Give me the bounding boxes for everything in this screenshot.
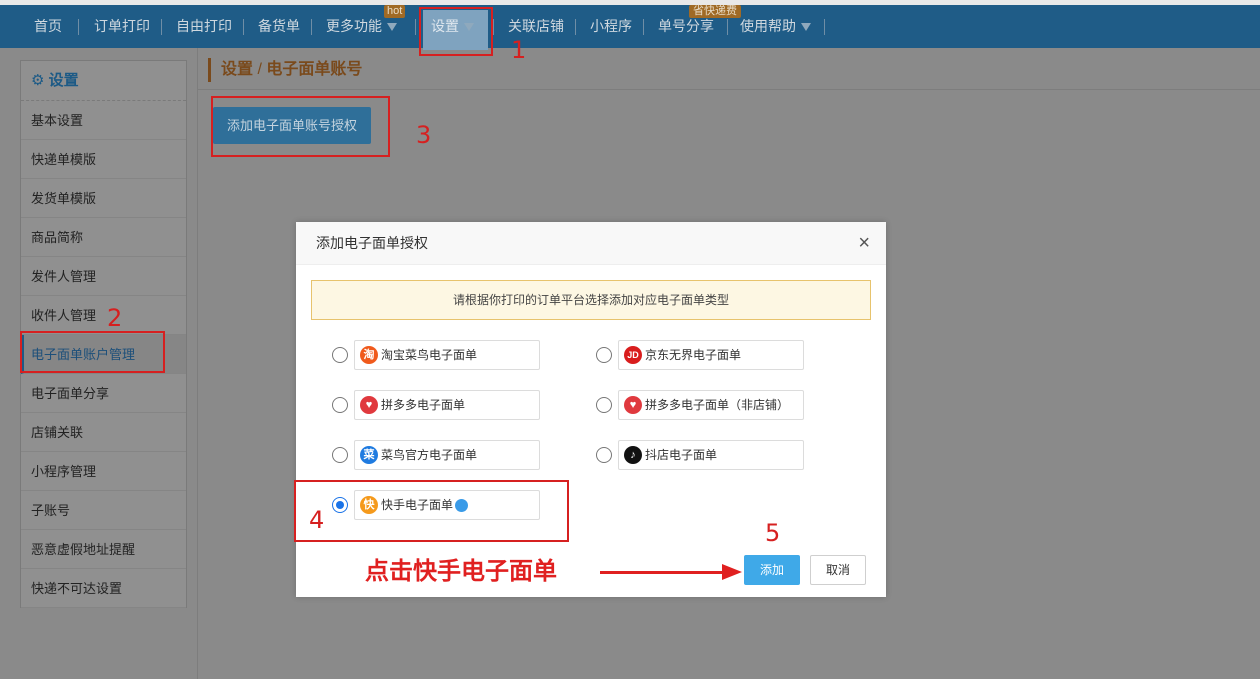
option-box[interactable]: 菜菜鸟官方电子面单 bbox=[354, 440, 540, 470]
notice-banner: 请根据你打印的订单平台选择添加对应电子面单类型 bbox=[311, 280, 871, 320]
step4-highlight-box bbox=[294, 480, 569, 542]
radio-button[interactable] bbox=[332, 347, 348, 363]
option-label: 淘宝菜鸟电子面单 bbox=[381, 348, 478, 362]
nav-separator bbox=[824, 19, 825, 35]
pinduoduo-icon: ♥ bbox=[360, 396, 378, 414]
sidebar-item-unreachable[interactable]: 快递不可达设置 bbox=[21, 569, 186, 608]
breadcrumb-current: 电子面单账号 bbox=[266, 61, 363, 78]
nav-more-label: 更多功能 bbox=[326, 18, 382, 34]
nav-home[interactable]: 首页 bbox=[34, 5, 62, 48]
option-label: 拼多多电子面单 bbox=[381, 398, 466, 412]
breadcrumb-parent[interactable]: 设置 bbox=[221, 61, 253, 78]
nav-stock-list[interactable]: 备货单 bbox=[258, 5, 300, 48]
cainiao-icon: 菜 bbox=[360, 446, 378, 464]
step1-label: 1 bbox=[511, 36, 527, 64]
option-label: 拼多多电子面单（非店铺） bbox=[645, 398, 790, 412]
jd-icon: JD bbox=[624, 346, 642, 364]
sidebar-item-fake-address[interactable]: 恶意虚假地址提醒 bbox=[21, 530, 186, 569]
sidebar-item-waybill-share[interactable]: 电子面单分享 bbox=[21, 374, 186, 413]
option-label: 抖店电子面单 bbox=[645, 448, 718, 462]
nav-separator bbox=[643, 19, 644, 35]
sidebar-item-store-link[interactable]: 店铺关联 bbox=[21, 413, 186, 452]
nav-separator bbox=[243, 19, 244, 35]
nav-help-label: 使用帮助 bbox=[740, 18, 796, 34]
option-label: 菜鸟官方电子面单 bbox=[381, 448, 478, 462]
sidebar-item-sub-account[interactable]: 子账号 bbox=[21, 491, 186, 530]
sidebar-header: ⚙ 设置 bbox=[21, 61, 186, 101]
modal-title: 添加电子面单授权 bbox=[316, 235, 428, 251]
step3-highlight-box bbox=[211, 96, 390, 157]
chevron-down-icon bbox=[801, 23, 811, 32]
option-pinduoduo-non-store[interactable]: ♥ 拼多多电子面单（非店铺） bbox=[596, 390, 806, 420]
step3-label: 3 bbox=[416, 121, 432, 149]
sidebar-item-receiver[interactable]: 收件人管理 bbox=[21, 296, 186, 335]
sidebar-item-basic[interactable]: 基本设置 bbox=[21, 101, 186, 140]
nav-mini-program[interactable]: 小程序 bbox=[590, 5, 632, 48]
nav-help[interactable]: 使用帮助 bbox=[740, 5, 811, 48]
step1-highlight-box bbox=[419, 7, 493, 56]
sidebar-title: 设置 bbox=[48, 72, 79, 89]
gear-icon: ⚙ bbox=[31, 72, 45, 89]
sidebar-item-mini-program[interactable]: 小程序管理 bbox=[21, 452, 186, 491]
option-jd[interactable]: JD 京东无界电子面单 bbox=[596, 340, 806, 370]
radio-button[interactable] bbox=[332, 397, 348, 413]
step4-label: 4 bbox=[309, 506, 325, 534]
nav-separator bbox=[161, 19, 162, 35]
option-box[interactable]: ♪ 抖店电子面单 bbox=[618, 440, 804, 470]
option-douyin[interactable]: ♪ 抖店电子面单 bbox=[596, 440, 806, 470]
option-box[interactable]: JD 京东无界电子面单 bbox=[618, 340, 804, 370]
radio-button[interactable] bbox=[332, 447, 348, 463]
step2-label: 2 bbox=[107, 304, 123, 332]
instruction-hint: 点击快手电子面单 bbox=[365, 558, 557, 585]
breadcrumb-divider bbox=[198, 89, 1260, 90]
nav-separator bbox=[493, 19, 494, 35]
nav-separator bbox=[311, 19, 312, 35]
option-taobao[interactable]: 淘淘宝菜鸟电子面单 bbox=[332, 340, 542, 370]
breadcrumb: 设置 / 电子面单账号 bbox=[208, 58, 362, 82]
main-divider bbox=[197, 48, 198, 679]
step2-highlight-box bbox=[20, 331, 165, 373]
cancel-button[interactable]: 取消 bbox=[810, 555, 866, 585]
arrow-right-icon bbox=[722, 564, 742, 580]
radio-button[interactable] bbox=[596, 347, 612, 363]
hot-badge: hot bbox=[384, 5, 406, 18]
sidebar-item-express-template[interactable]: 快递单模版 bbox=[21, 140, 186, 179]
option-pinduoduo[interactable]: ♥ 拼多多电子面单 bbox=[332, 390, 542, 420]
nav-separator bbox=[575, 19, 576, 35]
radio-button[interactable] bbox=[596, 397, 612, 413]
step5-label: 5 bbox=[765, 519, 781, 547]
option-cainiao[interactable]: 菜菜鸟官方电子面单 bbox=[332, 440, 542, 470]
save-fee-badge: 省快递费 bbox=[689, 5, 741, 18]
nav-separator bbox=[78, 19, 79, 35]
option-box[interactable]: ♥ 拼多多电子面单 bbox=[354, 390, 540, 420]
taobao-icon: 淘 bbox=[360, 346, 378, 364]
pinduoduo-icon: ♥ bbox=[624, 396, 642, 414]
nav-separator bbox=[727, 19, 728, 35]
nav-separator bbox=[415, 19, 416, 35]
sidebar-item-sender[interactable]: 发件人管理 bbox=[21, 257, 186, 296]
sidebar-item-delivery-template[interactable]: 发货单模版 bbox=[21, 179, 186, 218]
sidebar-item-product-alias[interactable]: 商品简称 bbox=[21, 218, 186, 257]
add-button[interactable]: 添加 bbox=[744, 555, 800, 585]
douyin-icon: ♪ bbox=[624, 446, 642, 464]
chevron-down-icon bbox=[387, 23, 397, 32]
radio-button[interactable] bbox=[596, 447, 612, 463]
option-box[interactable]: 淘淘宝菜鸟电子面单 bbox=[354, 340, 540, 370]
modal-header: 添加电子面单授权 × bbox=[296, 222, 886, 265]
top-navbar: 首页 订单打印 自由打印 备货单 更多功能 hot 设置 关联店铺 小程序 单号… bbox=[0, 5, 1260, 50]
option-label: 京东无界电子面单 bbox=[645, 348, 742, 362]
nav-free-print[interactable]: 自由打印 bbox=[176, 5, 232, 48]
close-icon[interactable]: × bbox=[858, 222, 870, 265]
arrow-line bbox=[600, 571, 725, 574]
breadcrumb-separator: / bbox=[257, 61, 262, 78]
option-box[interactable]: ♥ 拼多多电子面单（非店铺） bbox=[618, 390, 804, 420]
nav-order-print[interactable]: 订单打印 bbox=[94, 5, 150, 48]
